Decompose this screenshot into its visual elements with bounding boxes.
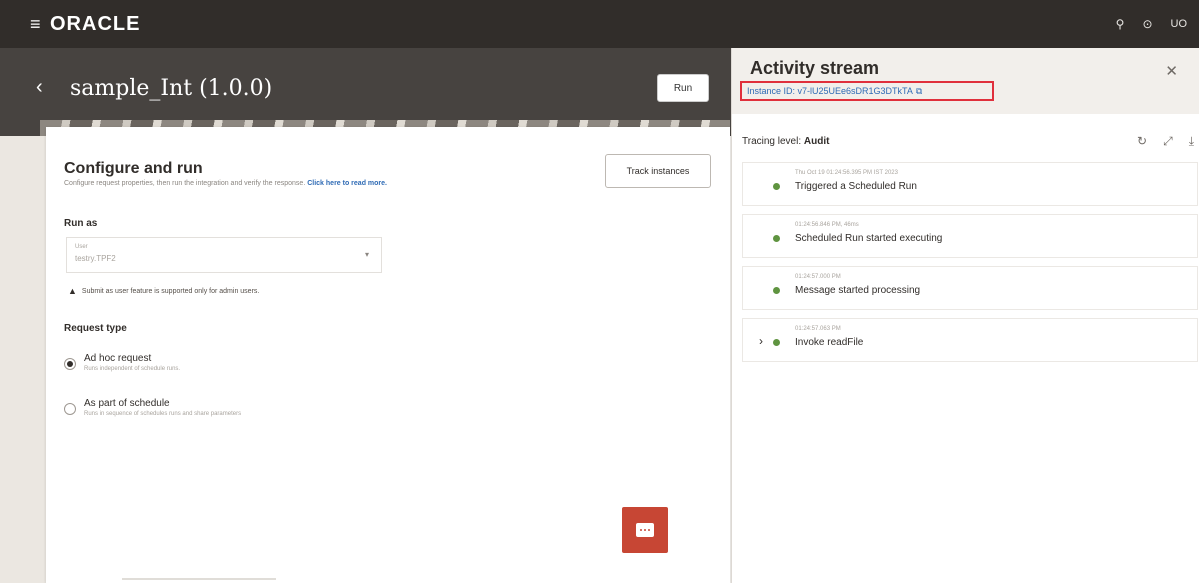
activity-stream-panel: Activity stream ✕ Instance ID: v7-lU25UE… <box>731 48 1199 583</box>
run-as-label: Run as <box>64 218 98 229</box>
tracing-value: Audit <box>803 136 830 147</box>
activity-time: 01:24:57.000 PM <box>795 274 841 280</box>
help-circle-icon[interactable]: ⊙ <box>1142 17 1152 31</box>
scroll-indicator <box>122 578 276 580</box>
page-title: sample_Int (1.0.0) <box>70 76 273 101</box>
radio-label: As part of schedule <box>84 398 170 409</box>
warning-text: Submit as user feature is supported only… <box>81 287 260 295</box>
read-more-link[interactable]: Click here to read more. <box>307 180 387 187</box>
description-text: Configure request properties, then run t… <box>64 180 306 187</box>
warning-icon: ▲ <box>68 286 77 296</box>
activity-label: Message started processing <box>795 285 921 296</box>
user-select[interactable]: User testry.TPF2 ▾ <box>66 237 382 273</box>
radio-button-selected[interactable] <box>64 358 76 370</box>
tracing-level: Tracing level: Audit <box>742 136 829 147</box>
chevron-left-icon[interactable]: ‹ <box>36 76 43 99</box>
activity-item[interactable]: Thu Oct 19 01:24:56.395 PM IST 2023 Trig… <box>742 162 1198 206</box>
bell-icon[interactable]: ⚲ <box>1116 17 1125 31</box>
radio-description: Runs independent of schedule runs. <box>84 366 181 372</box>
status-dot <box>773 183 780 190</box>
stream-actions: ↻ ⤢ ⤓ <box>1137 134 1194 149</box>
radio-description: Runs in sequence of schedules runs and s… <box>84 411 242 417</box>
activity-time: 01:24:57.063 PM <box>795 326 841 332</box>
radio-ad-hoc[interactable]: Ad hoc request Runs independent of sched… <box>64 353 180 372</box>
chat-bubble-icon <box>636 523 654 537</box>
background-strip <box>0 136 46 583</box>
chat-button[interactable] <box>622 507 668 553</box>
avatar[interactable]: UO <box>1171 18 1188 30</box>
admin-warning: ▲ Submit as user feature is supported on… <box>68 286 259 296</box>
radio-schedule[interactable]: As part of schedule Runs in sequence of … <box>64 398 241 417</box>
close-icon[interactable]: ✕ <box>1165 62 1178 80</box>
radio-label: Ad hoc request <box>84 353 152 364</box>
activity-item[interactable]: 01:24:57.000 PM Message started processi… <box>742 266 1198 310</box>
expand-icon[interactable]: ⤢ <box>1163 134 1173 149</box>
top-icons: ⚲ ⊙ UO <box>1116 0 1187 48</box>
status-dot <box>773 235 780 242</box>
activity-time: Thu Oct 19 01:24:56.395 PM IST 2023 <box>795 170 898 176</box>
track-instances-button[interactable]: Track instances <box>605 154 711 188</box>
status-dot <box>773 287 780 294</box>
user-field-label: User <box>75 244 88 250</box>
chevron-down-icon[interactable]: ▾ <box>365 250 369 259</box>
copy-icon[interactable]: ⧉ <box>916 86 922 97</box>
activity-time: 01:24:56.846 PM, 46ms <box>795 222 859 228</box>
activity-label: Invoke readFile <box>795 337 864 348</box>
instance-id[interactable]: Instance ID: v7-lU25UEe6sDR1G3DTkTA ⧉ <box>740 81 994 101</box>
status-dot <box>773 339 780 346</box>
page-header: ‹ sample_Int (1.0.0) Run <box>0 48 731 136</box>
download-icon[interactable]: ⤓ <box>1189 134 1194 149</box>
refresh-icon[interactable]: ↻ <box>1137 134 1147 149</box>
configure-description: Configure request properties, then run t… <box>64 180 387 187</box>
top-bar: ≡ ORACLE ⚲ ⊙ UO <box>0 0 1199 48</box>
activity-stream-title: Activity stream <box>750 58 880 78</box>
chevron-right-icon[interactable]: › <box>759 334 763 348</box>
configure-title: Configure and run <box>64 160 203 177</box>
user-field-value: testry.TPF2 <box>75 254 116 263</box>
activity-item[interactable]: 01:24:56.846 PM, 46ms Scheduled Run star… <box>742 214 1198 258</box>
activity-label: Scheduled Run started executing <box>795 233 943 244</box>
instance-id-text[interactable]: Instance ID: v7-lU25UEe6sDR1G3DTkTA <box>747 86 913 96</box>
run-button[interactable]: Run <box>657 74 709 102</box>
hamburger-icon[interactable]: ≡ <box>30 14 44 35</box>
activity-label: Triggered a Scheduled Run <box>795 181 917 192</box>
activity-stream-header: Activity stream ✕ Instance ID: v7-lU25UE… <box>732 48 1199 114</box>
activity-item[interactable]: › 01:24:57.063 PM Invoke readFile <box>742 318 1198 362</box>
oracle-logo[interactable]: ORACLE <box>50 13 140 36</box>
request-type-label: Request type <box>64 323 127 334</box>
radio-button[interactable] <box>64 403 76 415</box>
tracing-label: Tracing level: <box>742 136 802 147</box>
